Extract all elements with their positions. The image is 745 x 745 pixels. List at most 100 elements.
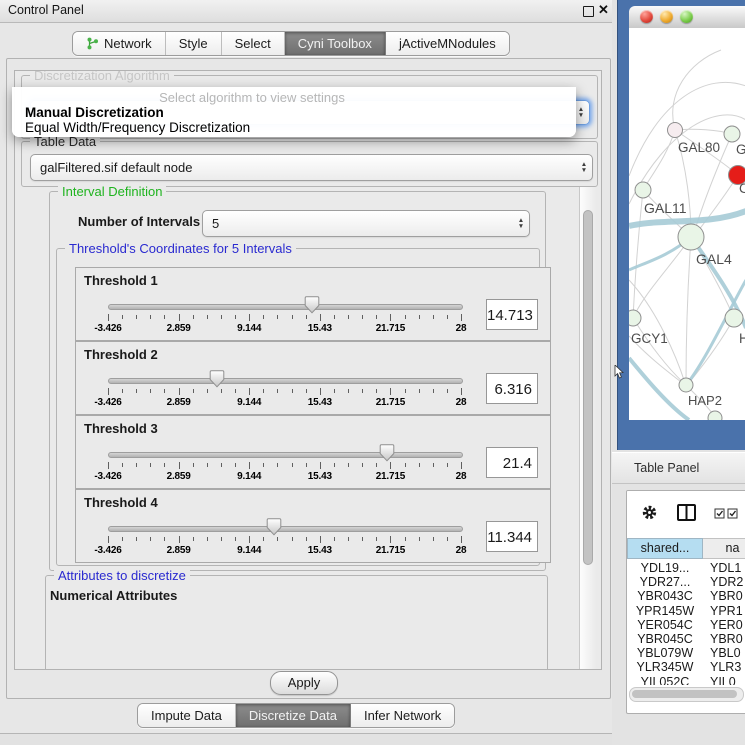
network-node-hap2[interactable] <box>679 378 693 392</box>
bottom-tab-discretize-data[interactable]: Discretize Data <box>236 704 351 727</box>
network-node[interactable] <box>708 411 722 420</box>
algorithm-option-1[interactable]: Manual Discretization <box>25 105 164 120</box>
zoom-traffic-light-icon[interactable] <box>680 10 693 23</box>
checkbox-icon[interactable] <box>727 508 738 519</box>
tab-network[interactable]: Network <box>73 32 166 55</box>
table-row[interactable]: YLR345WYLR3 <box>627 660 745 674</box>
attributes-group: Attributes to discretize Numerical Attri… <box>45 575 548 670</box>
close-traffic-light-icon[interactable] <box>640 10 653 23</box>
threshold-value-field[interactable]: 6.316 <box>486 373 538 404</box>
tab-style[interactable]: Style <box>166 32 222 55</box>
network-canvas[interactable]: GAL80GCGAL11GAL4GCY1HHAP2 <box>629 28 745 420</box>
network-node-gcy1[interactable] <box>629 310 641 326</box>
column-header-2[interactable]: na <box>703 538 745 559</box>
tick-mark <box>249 462 250 469</box>
slider-track[interactable] <box>108 452 463 458</box>
network-node-h[interactable] <box>725 309 743 327</box>
network-edge-thick[interactable] <box>687 280 745 384</box>
slider-track[interactable] <box>108 526 463 532</box>
tick-mark <box>277 537 278 541</box>
bottom-tab-impute-data[interactable]: Impute Data <box>138 704 236 727</box>
tick-mark <box>136 537 137 541</box>
table-row[interactable]: YDR27...YDR2 <box>627 575 745 589</box>
screenshot-root: Control Panel ✕ NetworkStyleSelectCyni T… <box>0 0 745 745</box>
table-horizontal-scrollbar[interactable] <box>629 687 744 702</box>
minimize-traffic-light-icon[interactable] <box>660 10 673 23</box>
network-node-gal80[interactable] <box>668 123 683 138</box>
threshold-label: Threshold 2 <box>84 347 158 362</box>
tick-mark <box>263 315 264 319</box>
threshold-value-field[interactable]: 11.344 <box>486 521 538 552</box>
network-edge[interactable] <box>695 175 738 235</box>
tab-select[interactable]: Select <box>222 32 285 55</box>
mouse-cursor <box>614 365 624 379</box>
table-row[interactable]: YBL079WYBL0 <box>627 646 745 660</box>
network-edge[interactable] <box>633 237 691 318</box>
tick-mark <box>136 315 137 319</box>
tick-mark <box>419 537 420 541</box>
tick-label: 21.715 <box>368 323 412 334</box>
number-of-intervals-combobox[interactable]: 5 ▲▼ <box>202 210 530 237</box>
checkbox-icon[interactable] <box>714 508 725 519</box>
tick-mark <box>348 389 349 393</box>
panel-scrollbar[interactable] <box>579 187 597 669</box>
tick-mark <box>277 389 278 393</box>
window-title: Control Panel <box>8 3 84 17</box>
tick-mark <box>164 537 165 541</box>
table-row[interactable]: YPR145WYPR1 <box>627 604 745 618</box>
table-row[interactable]: YIL052CYIL0 <box>627 675 745 686</box>
tick-mark <box>405 315 406 319</box>
table-cell: YBR043C <box>627 589 703 603</box>
tick-mark <box>433 315 434 319</box>
bottom-tab-bar: Impute DataDiscretize DataInfer Network <box>137 703 455 728</box>
table-row[interactable]: YDL19...YDL1 <box>627 561 745 575</box>
threshold-value-field[interactable]: 21.4 <box>486 447 538 478</box>
tick-mark <box>334 463 335 467</box>
bottom-tab-infer-network[interactable]: Infer Network <box>351 704 454 727</box>
scrollbar-thumb[interactable] <box>632 690 737 698</box>
tick-mark <box>461 314 462 321</box>
tick-mark <box>292 537 293 541</box>
tick-mark <box>193 537 194 541</box>
tick-label: 15.43 <box>298 471 342 482</box>
tick-label: -3.426 <box>86 397 130 408</box>
tab-jactivemnodules[interactable]: jActiveMNodules <box>386 32 509 55</box>
tick-mark <box>122 389 123 393</box>
table-data-combobox[interactable]: galFiltered.sif default node ▲▼ <box>30 154 593 181</box>
split-columns-icon[interactable] <box>677 504 696 521</box>
tick-label: -3.426 <box>86 471 130 482</box>
apply-button[interactable]: Apply <box>270 671 338 695</box>
network-edge[interactable] <box>673 50 721 130</box>
network-edge[interactable] <box>686 237 691 385</box>
threshold-value-field[interactable]: 14.713 <box>486 299 538 330</box>
tab-cyni-toolbox[interactable]: Cyni Toolbox <box>285 32 386 55</box>
tick-mark <box>362 389 363 393</box>
network-node-g[interactable] <box>724 126 740 142</box>
network-edge[interactable] <box>675 129 732 134</box>
tick-label: 21.715 <box>368 545 412 556</box>
slider-thumb[interactable] <box>379 444 395 462</box>
scrollbar-thumb[interactable] <box>583 210 593 565</box>
slider-thumb[interactable] <box>266 518 282 536</box>
column-header-1[interactable]: shared... <box>627 538 703 559</box>
slider-thumb[interactable] <box>304 296 320 314</box>
table-row[interactable]: YBR045CYBR0 <box>627 632 745 646</box>
network-window-titlebar[interactable] <box>629 6 745 29</box>
float-window-icon[interactable] <box>583 6 594 17</box>
network-edge[interactable] <box>643 130 675 190</box>
table-cell: YER054C <box>627 618 703 632</box>
slider-track[interactable] <box>108 378 463 384</box>
tick-mark <box>136 389 137 393</box>
slider-thumb[interactable] <box>209 370 225 388</box>
network-node-gal4[interactable] <box>678 224 704 250</box>
network-node-gal11[interactable] <box>635 182 651 198</box>
algorithm-option-2[interactable]: Equal Width/Frequency Discretization <box>25 120 250 135</box>
gear-icon[interactable] <box>641 504 658 521</box>
network-edge[interactable] <box>633 190 643 318</box>
table-row[interactable]: YBR043CYBR0 <box>627 589 745 603</box>
slider-track[interactable] <box>108 304 463 310</box>
table-cell: YPR1 <box>703 604 743 618</box>
tick-label: 28 <box>439 397 483 408</box>
table-row[interactable]: YER054CYER0 <box>627 618 745 632</box>
close-icon[interactable]: ✕ <box>598 2 609 18</box>
